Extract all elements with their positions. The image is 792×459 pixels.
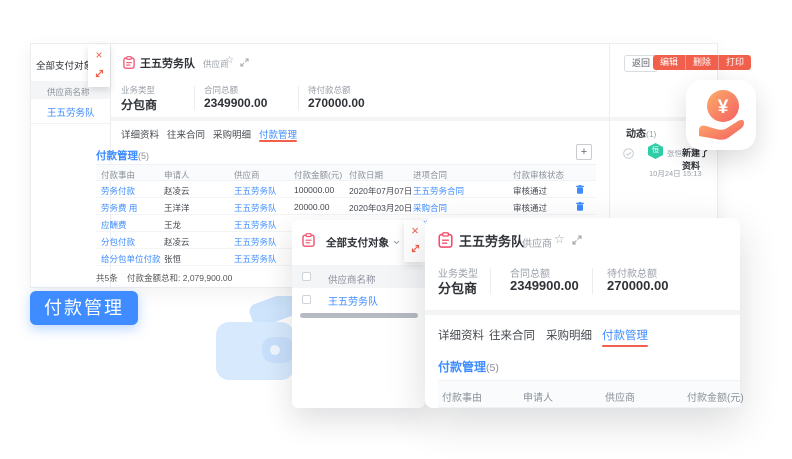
divider xyxy=(490,268,491,294)
divider xyxy=(592,268,593,294)
active-tab-underline xyxy=(259,140,297,142)
tab-contracts[interactable]: 往来合同 xyxy=(167,127,205,141)
yuan-symbol: ¥ xyxy=(718,97,729,118)
activity-user: 张恒 xyxy=(667,148,682,159)
trash-icon[interactable] xyxy=(576,202,584,211)
section-title: 付款管理(5) xyxy=(96,148,149,163)
sidebar-controls: × xyxy=(88,45,110,87)
add-payment-button[interactable]: + xyxy=(576,144,592,160)
row-checkbox[interactable] xyxy=(302,295,311,304)
payment-app-icon[interactable]: ¥ xyxy=(686,80,756,150)
stat-value: 270000.00 xyxy=(308,96,365,110)
expand-icon[interactable] xyxy=(94,68,105,79)
overlay-title[interactable]: 全部支付对象 xyxy=(326,235,389,250)
close-icon[interactable]: × xyxy=(411,224,419,238)
trash-icon[interactable] xyxy=(576,185,584,194)
stat-value: 2349900.00 xyxy=(510,278,579,293)
stat-value: 2349900.00 xyxy=(204,96,267,110)
payee-detail-overlay: 王五劳务队 供应商 ☆ 业务类型 分包商 合同总额 2349900.00 待付款… xyxy=(425,218,740,408)
record-icon xyxy=(123,56,135,69)
stat-value: 分包商 xyxy=(438,278,477,297)
overlay-controls: × xyxy=(404,220,426,262)
divider xyxy=(298,86,299,110)
tab-contracts[interactable]: 往来合同 xyxy=(489,327,535,343)
page-title: 王五劳务队 xyxy=(140,55,195,71)
print-button[interactable]: 打印 xyxy=(718,55,751,70)
divider xyxy=(194,86,195,110)
list-header-row: 供应商名称 xyxy=(292,265,425,288)
stat-label: 合同总额 xyxy=(204,84,238,96)
record-icon xyxy=(438,232,453,248)
record-type-label: 供应商 xyxy=(522,235,552,250)
section-divider xyxy=(425,310,740,315)
overlay-detail-title: 王五劳务队 xyxy=(459,231,524,250)
expand-icon[interactable] xyxy=(410,243,421,254)
tab-purchases[interactable]: 采购明细 xyxy=(213,127,251,141)
fullscreen-icon[interactable] xyxy=(240,58,249,67)
table-row[interactable]: 劳务付款 赵凌云 王五劳务队 100000.00 2020年07月07日 王五劳… xyxy=(96,181,596,198)
activity-title: 动态(1) xyxy=(626,125,656,140)
payee-link[interactable]: 王五劳务队 xyxy=(328,293,378,308)
fullscreen-icon[interactable] xyxy=(572,235,582,245)
table-row[interactable]: 劳务费 用 王洋洋 王五劳务队 20000.00 2020年03月20日 采购合… xyxy=(96,198,596,215)
tab-details[interactable]: 详细资料 xyxy=(438,327,484,343)
star-icon[interactable]: ☆ xyxy=(554,232,565,246)
active-tab-underline xyxy=(602,345,648,347)
tab-payments[interactable]: 付款管理 xyxy=(602,327,648,343)
record-icon xyxy=(302,233,315,247)
activity-time: 10月24日 15:13 xyxy=(649,168,702,179)
payees-dropdown-label: 全部支付对象 xyxy=(36,61,93,72)
select-all-checkbox[interactable] xyxy=(302,272,311,281)
tab-purchases[interactable]: 采购明细 xyxy=(546,327,592,343)
divider xyxy=(31,123,110,124)
stat-label: 待付款总额 xyxy=(308,84,351,96)
table-footer-count: 共5条 xyxy=(96,272,118,284)
wallet-illustration xyxy=(212,296,298,388)
stat-value: 分包商 xyxy=(121,96,157,113)
table-footer-sum: 付款金额总和: 2,079,900.00 xyxy=(127,272,232,284)
section-title: 付款管理(5) xyxy=(438,358,499,375)
stat-value: 270000.00 xyxy=(607,278,668,293)
payee-link[interactable]: 王五劳务队 xyxy=(47,105,95,119)
table-header-row: 付款事由 申请人 供应商 付款金额(元) xyxy=(438,380,740,408)
feature-badge: 付款管理 xyxy=(30,291,138,325)
payee-list-overlay: 全部支付对象 × 供应商名称 王五劳务队 xyxy=(292,220,425,408)
stat-label: 业务类型 xyxy=(121,84,155,96)
check-circle-icon xyxy=(623,148,634,159)
tab-details[interactable]: 详细资料 xyxy=(121,127,159,141)
chevron-down-icon xyxy=(393,240,400,245)
horizontal-scrollbar[interactable] xyxy=(300,313,418,318)
close-icon[interactable]: × xyxy=(95,48,102,62)
table-header-row: 付款事由 申请人 供应商 付款金额(元) 付款日期 进项合同 付款审核状态 xyxy=(96,164,596,181)
tab-payments[interactable]: 付款管理 xyxy=(259,127,297,141)
star-icon[interactable]: ☆ xyxy=(225,55,234,66)
